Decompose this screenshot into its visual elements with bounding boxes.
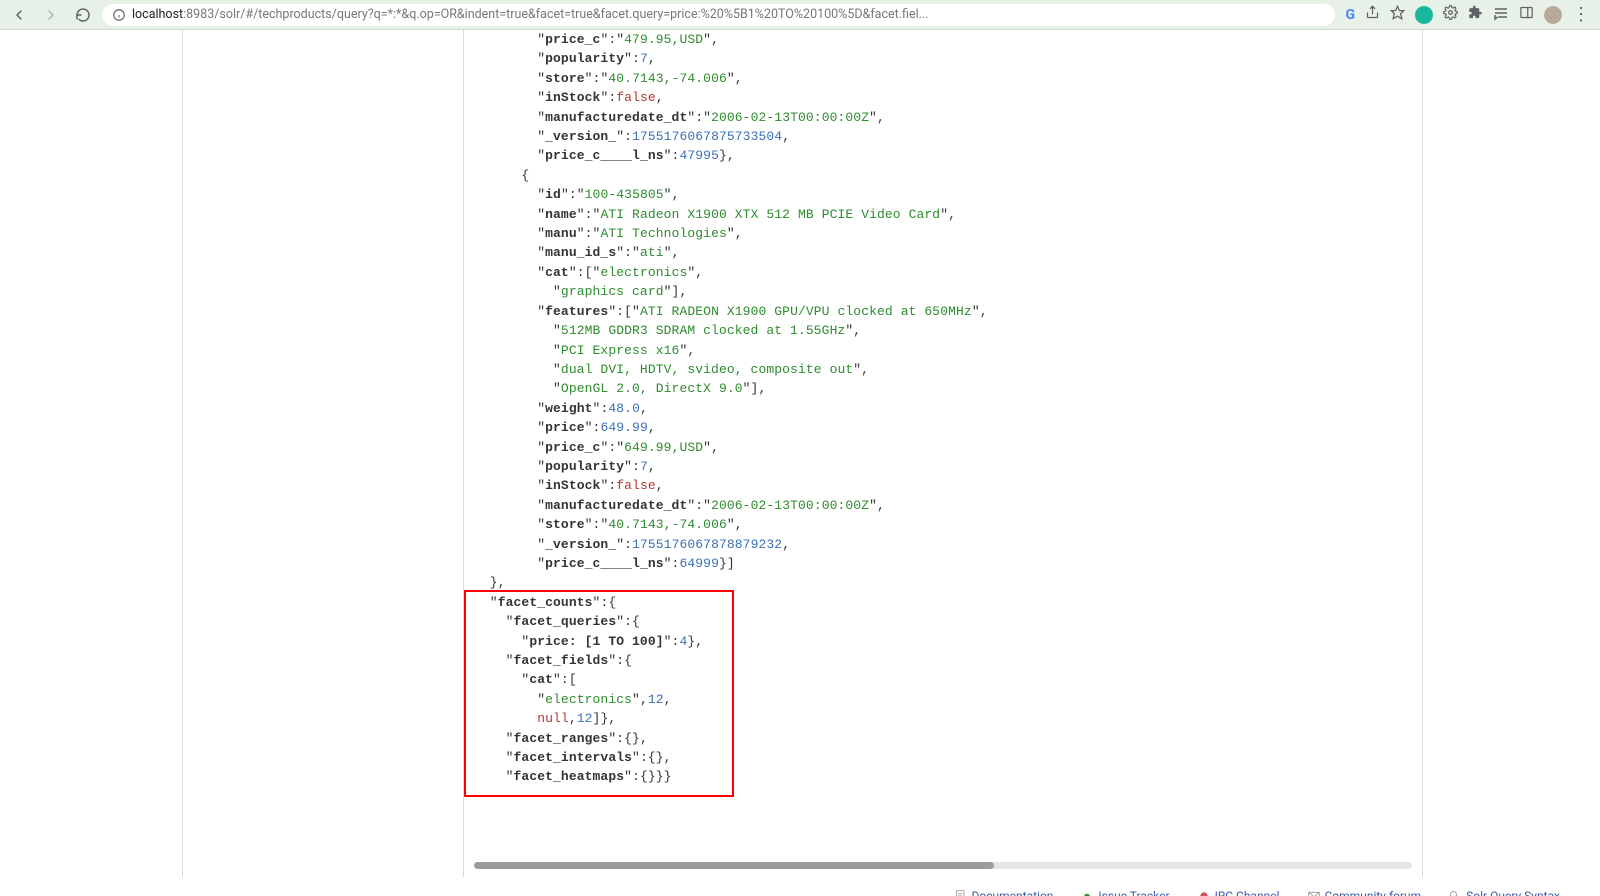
kebab-menu-icon[interactable]: ⋮ bbox=[1572, 6, 1590, 24]
browser-toolbar: localhost:8983/solr/#/techproducts/query… bbox=[0, 0, 1600, 30]
footer-forum[interactable]: Community forum bbox=[1308, 889, 1422, 896]
google-icon[interactable]: G bbox=[1345, 7, 1355, 23]
json-output: "price_c":"479.95,USD", "popularity":7, … bbox=[464, 30, 1422, 791]
address-bar[interactable]: localhost:8983/solr/#/techproducts/query… bbox=[102, 4, 1335, 26]
extensions-icon[interactable] bbox=[1468, 5, 1483, 24]
reload-button[interactable] bbox=[70, 3, 96, 27]
grammarly-icon[interactable] bbox=[1415, 6, 1433, 24]
site-info-icon[interactable] bbox=[112, 8, 126, 22]
footer-issue-tracker[interactable]: Issue Tracker bbox=[1081, 889, 1169, 896]
star-icon[interactable] bbox=[1390, 5, 1405, 24]
chrome-action-icons: G ⋮ bbox=[1341, 5, 1594, 25]
footer-syntax[interactable]: Solr Query Syntax bbox=[1449, 889, 1560, 896]
footer-links: Documentation Issue Tracker IRC Channel … bbox=[0, 877, 1600, 896]
back-button[interactable] bbox=[6, 3, 32, 27]
chat-icon bbox=[1198, 890, 1210, 896]
search-icon bbox=[1449, 890, 1461, 896]
panel-icon[interactable] bbox=[1519, 5, 1534, 24]
footer-irc[interactable]: IRC Channel bbox=[1198, 889, 1280, 896]
bug-icon bbox=[1081, 890, 1093, 896]
avatar-icon[interactable] bbox=[1544, 6, 1562, 24]
url-text: localhost:8983/solr/#/techproducts/query… bbox=[132, 7, 929, 22]
doc-icon bbox=[955, 890, 967, 896]
playlist-icon[interactable] bbox=[1493, 5, 1509, 25]
footer-documentation[interactable]: Documentation bbox=[955, 889, 1054, 896]
share-icon[interactable] bbox=[1365, 5, 1380, 24]
result-panel: "price_c":"479.95,USD", "popularity":7, … bbox=[464, 30, 1423, 877]
gear-icon[interactable] bbox=[1443, 5, 1458, 24]
forward-button[interactable] bbox=[38, 3, 64, 27]
mail-icon bbox=[1308, 890, 1320, 896]
query-sidebar bbox=[182, 30, 464, 877]
scrollbar-thumb[interactable] bbox=[474, 862, 994, 869]
horizontal-scrollbar[interactable] bbox=[474, 862, 1412, 869]
